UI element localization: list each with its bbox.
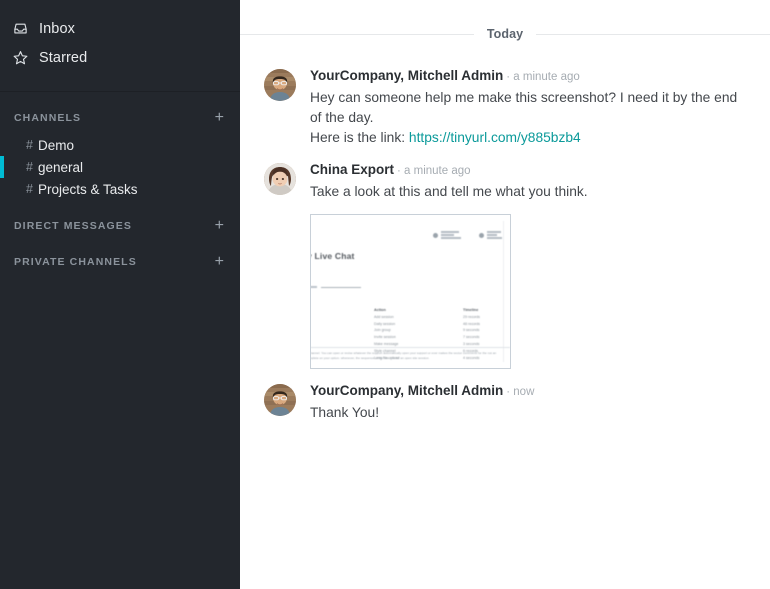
cloud-icon (433, 233, 438, 238)
message-author: China Export (310, 162, 394, 177)
message-list: YourCompany, Mitchell Admin· a minute ag… (240, 51, 770, 423)
channel-label: Projects & Tasks (38, 182, 138, 197)
avatar[interactable] (264, 384, 296, 416)
attachment-title: y Live Chat (310, 251, 355, 261)
avatar[interactable] (264, 163, 296, 195)
sidebar-section-title: CHANNELS (14, 112, 81, 124)
sidebar-section-direct-messages: DIRECT MESSAGES + (0, 216, 240, 236)
circle-icon (479, 233, 484, 238)
sidebar-section-title: PRIVATE CHANNELS (14, 256, 137, 268)
sidebar-item-projects-tasks[interactable]: # Projects & Tasks (0, 178, 240, 200)
message-text: Take a look at this and tell me what you… (310, 182, 746, 202)
attachment-col2-row: 48 records (463, 322, 480, 326)
message-timestamp: · a minute ago (506, 71, 580, 83)
attachment-col1-row: Daily session (374, 322, 395, 326)
attachment-vertical-rule (503, 221, 504, 362)
add-private-channel-icon[interactable]: + (213, 255, 226, 269)
message-item: China Export· a minute ago Take a look a… (240, 161, 770, 369)
sidebar-section-channels: CHANNELS + # Demo # general # Projects &… (0, 108, 240, 200)
message-header: YourCompany, Mitchell Admin· a minute ag… (310, 67, 746, 86)
add-direct-message-icon[interactable]: + (213, 219, 226, 233)
channel-label: Demo (38, 138, 74, 153)
attachment-col2-header: Timeline (463, 308, 478, 312)
message-text-prefix: Here is the link: (310, 130, 409, 145)
attachment-col2-row: 29 records (463, 315, 480, 319)
message-text-line: Thank You! (310, 403, 746, 423)
avatar-china-export (264, 163, 296, 195)
attachment-col1-row: Make message (374, 342, 398, 346)
message-text-line: Here is the link: https://tinyurl.com/y8… (310, 128, 746, 148)
attachment-col1-header: Action (374, 308, 386, 312)
message-item: YourCompany, Mitchell Admin· a minute ag… (240, 67, 770, 148)
attachment-badge-right (479, 231, 502, 240)
hash-icon: # (26, 182, 33, 196)
badge-bars (441, 231, 461, 240)
attachment-subheader (310, 281, 361, 288)
message-timestamp: · now (506, 386, 534, 398)
chat-app: Inbox Starred CHANNELS + # D (0, 0, 770, 589)
hash-icon: # (26, 160, 33, 174)
channel-label: general (38, 160, 83, 175)
sidebar: Inbox Starred CHANNELS + # D (0, 0, 240, 589)
message-text: Thank You! (310, 403, 746, 423)
attachment-col1-row: Add session (374, 315, 394, 319)
sidebar-item-label: Inbox (35, 21, 75, 37)
attachment-col1-row: Join group (374, 328, 391, 332)
divider-line-right (536, 34, 770, 35)
message-author: YourCompany, Mitchell Admin (310, 68, 503, 83)
sidebar-item-inbox[interactable]: Inbox (0, 14, 240, 43)
attachment-horizontal-rule (310, 347, 510, 348)
message-text: Hey can someone help me make this screen… (310, 88, 746, 148)
avatar[interactable] (264, 69, 296, 101)
message-link[interactable]: https://tinyurl.com/y885bzb4 (409, 130, 581, 145)
message-timestamp: · a minute ago (397, 165, 471, 177)
message-body: YourCompany, Mitchell Admin· a minute ag… (310, 67, 746, 148)
sidebar-section-header-channels[interactable]: CHANNELS + (0, 108, 240, 128)
message-body: YourCompany, Mitchell Admin· now Thank Y… (310, 382, 746, 423)
sidebar-item-general[interactable]: # general (0, 156, 240, 178)
sidebar-section-header-private-channels[interactable]: PRIVATE CHANNELS + (0, 252, 240, 272)
day-divider: Today (240, 17, 770, 51)
message-pane: Today (240, 0, 770, 589)
message-text-line: Take a look at this and tell me what you… (310, 182, 746, 202)
sidebar-item-label: Starred (35, 50, 87, 66)
inbox-icon (13, 21, 35, 36)
attachment-preview: y Live Chat Action Add session Daily ses… (311, 215, 510, 368)
avatar-mitchell-admin (264, 384, 296, 416)
message-header: China Export· a minute ago (310, 161, 746, 180)
attachment-badge-left (433, 231, 461, 240)
message-body: China Export· a minute ago Take a look a… (310, 161, 746, 369)
avatar-mitchell-admin (264, 69, 296, 101)
sidebar-item-starred[interactable]: Starred (0, 43, 240, 72)
sidebar-section-private-channels: PRIVATE CHANNELS + (0, 252, 240, 272)
hash-icon: # (26, 138, 33, 152)
day-divider-label: Today (474, 27, 536, 41)
star-icon (13, 50, 35, 65)
channel-list: # Demo # general # Projects & Tasks (0, 134, 240, 200)
sidebar-section-title: DIRECT MESSAGES (14, 220, 132, 232)
attachment-col2-row: 3 seconds (463, 342, 479, 346)
message-attachment-screenshot[interactable]: y Live Chat Action Add session Daily ses… (310, 214, 511, 369)
sidebar-section-header-direct-messages[interactable]: DIRECT MESSAGES + (0, 216, 240, 236)
divider-line-left (240, 34, 474, 35)
add-channel-icon[interactable]: + (213, 111, 226, 125)
message-author: YourCompany, Mitchell Admin (310, 383, 503, 398)
sidebar-item-demo[interactable]: # Demo (0, 134, 240, 156)
sidebar-divider (0, 91, 240, 92)
message-item: YourCompany, Mitchell Admin· now Thank Y… (240, 382, 770, 423)
attachment-col2-row: 9 seconds (463, 328, 479, 332)
message-header: YourCompany, Mitchell Admin· now (310, 382, 746, 401)
attachment-col2-row: 7 seconds (463, 335, 479, 339)
attachment-sub-underline (321, 281, 361, 288)
sidebar-nav-top: Inbox Starred (0, 14, 240, 82)
attachment-col1-row: Invite session (374, 335, 396, 339)
attachment-footer-text: e channel. You can open or revise whatev… (310, 351, 510, 361)
message-text-line: Hey can someone help me make this screen… (310, 88, 746, 128)
badge-bars (487, 231, 502, 240)
